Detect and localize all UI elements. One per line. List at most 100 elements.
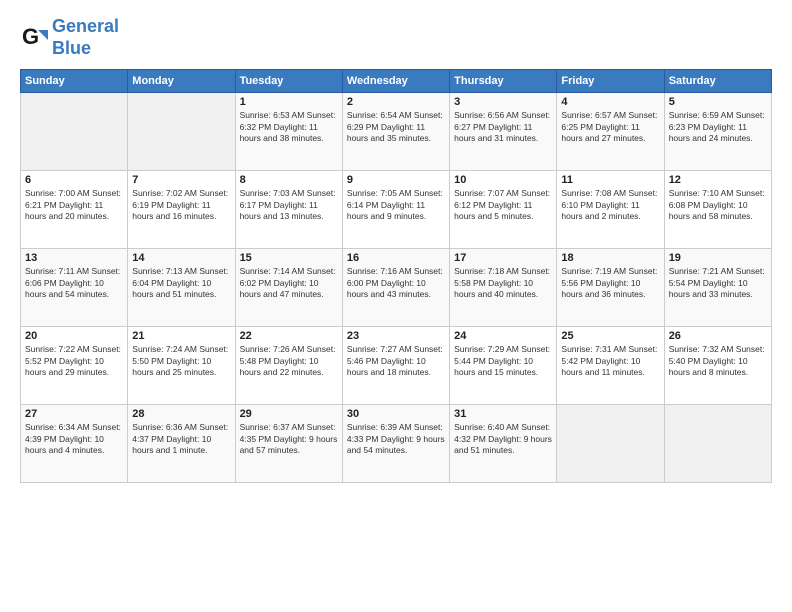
day-number: 3 [454,96,552,108]
day-number: 24 [454,330,552,342]
cell-content: Sunrise: 7:03 AM Sunset: 6:17 PM Dayligh… [240,188,338,222]
day-number: 4 [561,96,659,108]
day-number: 2 [347,96,445,108]
cell-content: Sunrise: 7:24 AM Sunset: 5:50 PM Dayligh… [132,344,230,378]
cell-content: Sunrise: 7:07 AM Sunset: 6:12 PM Dayligh… [454,188,552,222]
day-number: 22 [240,330,338,342]
header: G GeneralBlue [20,16,772,59]
cell-content: Sunrise: 7:29 AM Sunset: 5:44 PM Dayligh… [454,344,552,378]
cell-content: Sunrise: 7:11 AM Sunset: 6:06 PM Dayligh… [25,266,123,300]
calendar-cell: 17 Sunrise: 7:18 AM Sunset: 5:58 PM Dayli… [450,249,557,327]
day-number: 9 [347,174,445,186]
calendar-cell [128,93,235,171]
calendar-cell: 29 Sunrise: 6:37 AM Sunset: 4:35 PM Dayli… [235,405,342,483]
cell-content: Sunrise: 7:22 AM Sunset: 5:52 PM Dayligh… [25,344,123,378]
cell-content: Sunrise: 7:19 AM Sunset: 5:56 PM Dayligh… [561,266,659,300]
day-number: 7 [132,174,230,186]
calendar-cell: 1 Sunrise: 6:53 AM Sunset: 6:32 PM Daylig… [235,93,342,171]
calendar-cell: 3Sunrise: 6:56 AM Sunset: 6:27 PM Daylig… [450,93,557,171]
day-number: 20 [25,330,123,342]
cell-content: Sunrise: 7:31 AM Sunset: 5:42 PM Dayligh… [561,344,659,378]
calendar-cell: 4 Sunrise: 6:57 AM Sunset: 6:25 PM Daylig… [557,93,664,171]
cell-content: Sunrise: 6:54 AM Sunset: 6:29 PM Dayligh… [347,110,445,144]
calendar-cell: 28 Sunrise: 6:36 AM Sunset: 4:37 PM Dayli… [128,405,235,483]
calendar-cell [21,93,128,171]
header-monday: Monday [128,70,235,93]
calendar-cell: 19 Sunrise: 7:21 AM Sunset: 5:54 PM Dayli… [664,249,771,327]
day-number: 28 [132,408,230,420]
day-number: 29 [240,408,338,420]
logo-icon: G [20,24,48,52]
cell-content: Sunrise: 6:39 AM Sunset: 4:33 PM Dayligh… [347,422,445,456]
cell-content: Sunrise: 7:13 AM Sunset: 6:04 PM Dayligh… [132,266,230,300]
cell-content: Sunrise: 6:34 AM Sunset: 4:39 PM Dayligh… [25,422,123,456]
calendar-cell: 24 Sunrise: 7:29 AM Sunset: 5:44 PM Dayli… [450,327,557,405]
calendar-cell: 27Sunrise: 6:34 AM Sunset: 4:39 PM Dayli… [21,405,128,483]
calendar-header-row: SundayMondayTuesdayWednesdayThursdayFrid… [21,70,772,93]
cell-content: Sunrise: 7:26 AM Sunset: 5:48 PM Dayligh… [240,344,338,378]
day-number: 10 [454,174,552,186]
cell-content: Sunrise: 7:21 AM Sunset: 5:54 PM Dayligh… [669,266,767,300]
calendar-week-2: 6Sunrise: 7:00 AM Sunset: 6:21 PM Daylig… [21,171,772,249]
day-number: 13 [25,252,123,264]
calendar-cell: 26Sunrise: 7:32 AM Sunset: 5:40 PM Dayli… [664,327,771,405]
calendar-cell: 22 Sunrise: 7:26 AM Sunset: 5:48 PM Dayli… [235,327,342,405]
cell-content: Sunrise: 7:27 AM Sunset: 5:46 PM Dayligh… [347,344,445,378]
cell-content: Sunrise: 6:57 AM Sunset: 6:25 PM Dayligh… [561,110,659,144]
day-number: 14 [132,252,230,264]
calendar-cell: 23 Sunrise: 7:27 AM Sunset: 5:46 PM Dayli… [342,327,449,405]
header-tuesday: Tuesday [235,70,342,93]
header-friday: Friday [557,70,664,93]
cell-content: Sunrise: 6:40 AM Sunset: 4:32 PM Dayligh… [454,422,552,456]
day-number: 25 [561,330,659,342]
day-number: 16 [347,252,445,264]
day-number: 30 [347,408,445,420]
calendar-cell: 11 Sunrise: 7:08 AM Sunset: 6:10 PM Dayli… [557,171,664,249]
day-number: 12 [669,174,767,186]
calendar-cell: 16Sunrise: 7:16 AM Sunset: 6:00 PM Dayli… [342,249,449,327]
calendar-week-3: 13 Sunrise: 7:11 AM Sunset: 6:06 PM Dayli… [21,249,772,327]
calendar-cell: 25 Sunrise: 7:31 AM Sunset: 5:42 PM Dayli… [557,327,664,405]
cell-content: Sunrise: 6:36 AM Sunset: 4:37 PM Dayligh… [132,422,230,456]
calendar-cell: 9 Sunrise: 7:05 AM Sunset: 6:14 PM Daylig… [342,171,449,249]
cell-content: Sunrise: 7:10 AM Sunset: 6:08 PM Dayligh… [669,188,767,222]
cell-content: Sunrise: 7:14 AM Sunset: 6:02 PM Dayligh… [240,266,338,300]
logo-text: GeneralBlue [52,16,119,59]
calendar-cell: 10 Sunrise: 7:07 AM Sunset: 6:12 PM Dayli… [450,171,557,249]
calendar-cell: 12 Sunrise: 7:10 AM Sunset: 6:08 PM Dayli… [664,171,771,249]
day-number: 17 [454,252,552,264]
day-number: 31 [454,408,552,420]
calendar-cell: 8 Sunrise: 7:03 AM Sunset: 6:17 PM Daylig… [235,171,342,249]
cell-content: Sunrise: 6:37 AM Sunset: 4:35 PM Dayligh… [240,422,338,456]
day-number: 8 [240,174,338,186]
cell-content: Sunrise: 7:32 AM Sunset: 5:40 PM Dayligh… [669,344,767,378]
cell-content: Sunrise: 7:00 AM Sunset: 6:21 PM Dayligh… [25,188,123,222]
calendar-cell: 6Sunrise: 7:00 AM Sunset: 6:21 PM Daylig… [21,171,128,249]
calendar-cell: 21 Sunrise: 7:24 AM Sunset: 5:50 PM Dayli… [128,327,235,405]
day-number: 11 [561,174,659,186]
cell-content: Sunrise: 6:53 AM Sunset: 6:32 PM Dayligh… [240,110,338,144]
day-number: 19 [669,252,767,264]
header-wednesday: Wednesday [342,70,449,93]
calendar-table: SundayMondayTuesdayWednesdayThursdayFrid… [20,69,772,483]
calendar-cell: 2 Sunrise: 6:54 AM Sunset: 6:29 PM Daylig… [342,93,449,171]
day-number: 15 [240,252,338,264]
cell-content: Sunrise: 6:59 AM Sunset: 6:23 PM Dayligh… [669,110,767,144]
svg-text:G: G [22,24,39,49]
calendar-cell: 31 Sunrise: 6:40 AM Sunset: 4:32 PM Dayli… [450,405,557,483]
day-number: 18 [561,252,659,264]
calendar-cell [557,405,664,483]
cell-content: Sunrise: 7:08 AM Sunset: 6:10 PM Dayligh… [561,188,659,222]
cell-content: Sunrise: 7:02 AM Sunset: 6:19 PM Dayligh… [132,188,230,222]
calendar-cell: 13 Sunrise: 7:11 AM Sunset: 6:06 PM Dayli… [21,249,128,327]
calendar-cell: 7 Sunrise: 7:02 AM Sunset: 6:19 PM Daylig… [128,171,235,249]
calendar-cell [664,405,771,483]
calendar-cell: 5Sunrise: 6:59 AM Sunset: 6:23 PM Daylig… [664,93,771,171]
day-number: 23 [347,330,445,342]
header-sunday: Sunday [21,70,128,93]
calendar-week-1: 1 Sunrise: 6:53 AM Sunset: 6:32 PM Daylig… [21,93,772,171]
day-number: 1 [240,96,338,108]
day-number: 21 [132,330,230,342]
cell-content: Sunrise: 7:05 AM Sunset: 6:14 PM Dayligh… [347,188,445,222]
cell-content: Sunrise: 7:18 AM Sunset: 5:58 PM Dayligh… [454,266,552,300]
